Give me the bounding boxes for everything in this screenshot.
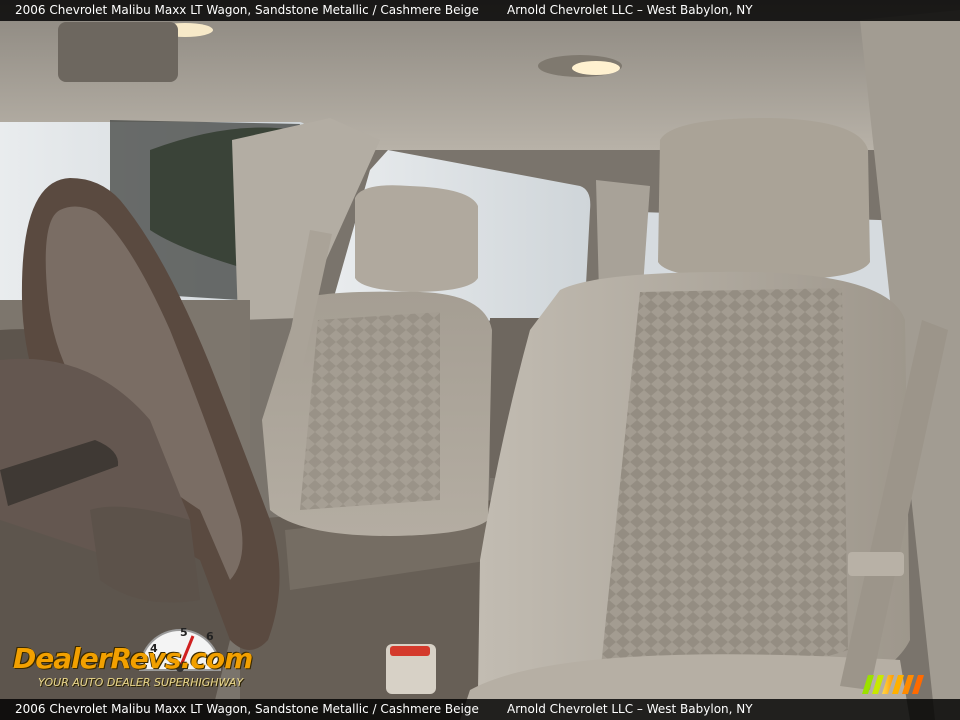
dealerrevs-watermark: 4 5 6 DealerRevs.com YOUR AUTO DEALER SU…: [10, 622, 270, 694]
vehicle-caption: 2006 Chevrolet Malibu Maxx LT Wagon, San…: [15, 3, 479, 17]
seatbelt-latch: [848, 552, 904, 576]
gauge-number: 5: [180, 626, 188, 639]
buckle-release-button: [390, 646, 430, 656]
driver-headrest: [355, 185, 478, 292]
dealer-caption: Arnold Chevrolet LLC – West Babylon, NY: [507, 702, 753, 716]
driver-seat-insert: [300, 312, 440, 510]
watermark-brand: DealerRevs.com: [13, 642, 253, 675]
caption-bar-top: 2006 Chevrolet Malibu Maxx LT Wagon, San…: [0, 0, 960, 21]
passenger-headrest: [658, 118, 870, 280]
passenger-seat-insert: [600, 288, 848, 677]
caption-bar-bottom: 2006 Chevrolet Malibu Maxx LT Wagon, San…: [0, 699, 960, 720]
overhead-console: [58, 22, 178, 82]
stripe-logo-icon: [862, 675, 924, 694]
vehicle-caption: 2006 Chevrolet Malibu Maxx LT Wagon, San…: [15, 702, 479, 716]
watermark-tagline: YOUR AUTO DEALER SUPERHIGHWAY: [38, 676, 244, 689]
dome-light: [572, 61, 620, 75]
car-interior-photo: [0, 0, 960, 720]
dealer-caption: Arnold Chevrolet LLC – West Babylon, NY: [507, 3, 753, 17]
